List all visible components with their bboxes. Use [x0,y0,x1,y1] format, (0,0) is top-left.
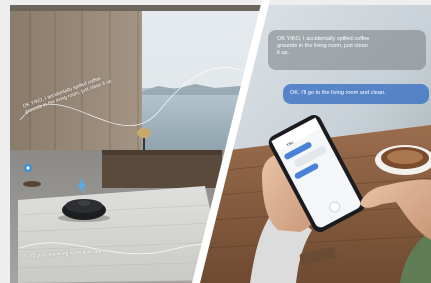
chat-bubble-reply: OK, I'll go to the living room and clean… [283,84,429,104]
chat-bubble-user-text: OK YIKO, I accidentally spilled coffee g… [277,36,370,56]
chat-bubble-reply-text: OK, I'll go to the living room and clean… [290,90,386,96]
chat-bubble-user: OK YIKO, I accidentally spilled coffee g… [268,30,426,70]
scene: OK YIKO, I accidentally spilled coffee g… [0,0,431,283]
